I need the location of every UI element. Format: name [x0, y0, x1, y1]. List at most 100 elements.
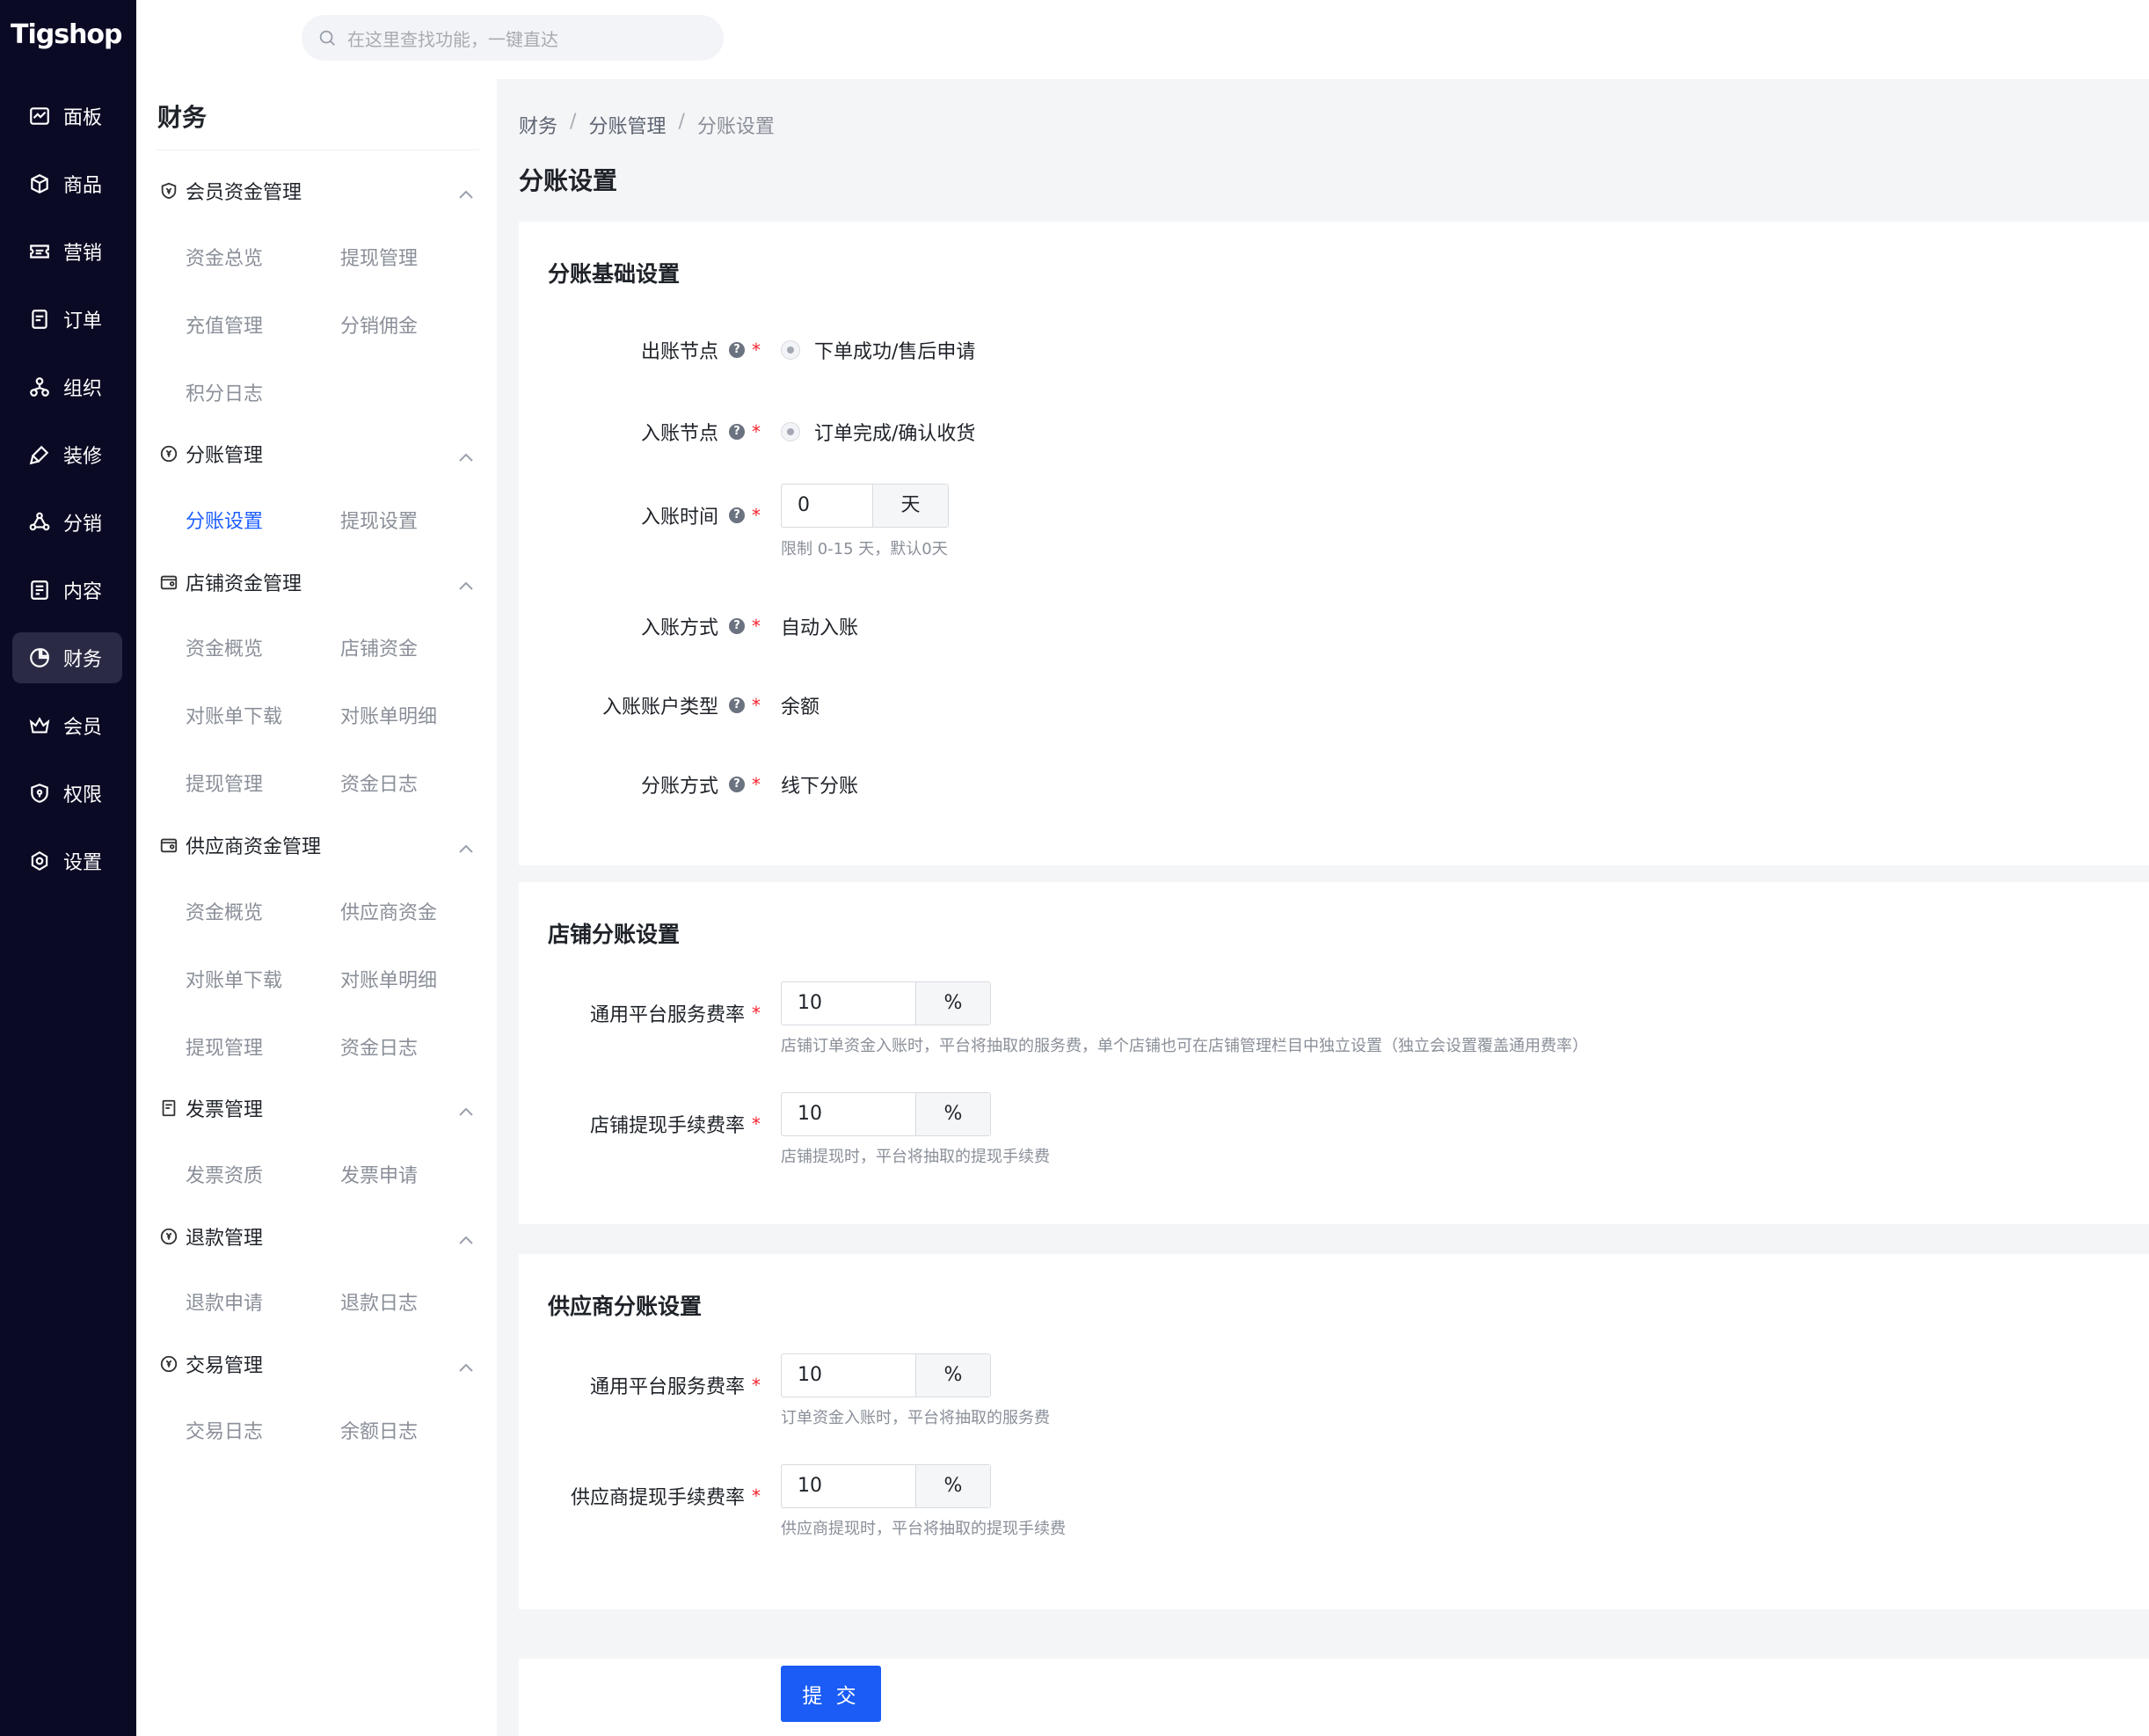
radio-label: 下单成功/售后申请	[814, 341, 976, 363]
chevron-up-icon[interactable]	[458, 1357, 474, 1372]
group-invoice[interactable]: 发票管理	[159, 1090, 484, 1126]
link-points-log[interactable]: 积分日志	[186, 378, 263, 406]
help-icon[interactable]: ?	[729, 697, 745, 713]
search-placeholder: 在这里查找功能，一键直达	[347, 28, 558, 50]
group-member-funds[interactable]: 会员资金管理	[159, 173, 484, 208]
nav-item-distribution[interactable]: 分销	[12, 497, 122, 548]
link-withdraw-settings[interactable]: 提现设置	[340, 506, 418, 534]
nav-item-permissions[interactable]: 权限	[12, 768, 122, 819]
payout-node-radio[interactable]: 下单成功/售后申请	[781, 336, 975, 364]
card-title: 分账基础设置	[548, 261, 681, 287]
nav-item-finance[interactable]: 财务	[12, 632, 122, 683]
chevron-up-icon[interactable]	[458, 447, 474, 462]
required-mark: *	[752, 695, 761, 716]
nav-item-settings[interactable]: 设置	[12, 835, 122, 886]
supplier-withdraw-rate-input[interactable]: 10	[782, 1465, 916, 1507]
chevron-up-icon[interactable]	[458, 838, 474, 853]
nav-item-goods[interactable]: 商品	[12, 158, 122, 209]
link-invoice-qualification[interactable]: 发票资质	[186, 1160, 263, 1188]
nav-item-organization[interactable]: 组织	[12, 361, 122, 412]
breadcrumb-item[interactable]: 分账管理	[588, 111, 666, 139]
nav-item-content[interactable]: 内容	[12, 565, 122, 616]
submenu-title: 财务	[157, 103, 208, 132]
link-store-funds[interactable]: 店铺资金	[340, 633, 418, 661]
group-supplier-funds[interactable]: 供应商资金管理	[159, 828, 484, 863]
nav-item-marketing[interactable]: 营销	[12, 226, 122, 277]
group-store-funds[interactable]: 店铺资金管理	[159, 565, 484, 600]
link-withdraw-manage[interactable]: 提现管理	[340, 243, 418, 271]
app-logo[interactable]: Tigshop	[11, 19, 123, 50]
link-supplier-statement-detail[interactable]: 对账单明细	[340, 965, 437, 993]
nav-item-dashboard[interactable]: 面板	[12, 91, 122, 142]
link-supplier-fund-overview[interactable]: 资金概览	[186, 897, 263, 925]
link-supplier-statement-download[interactable]: 对账单下载	[186, 965, 282, 993]
help-icon[interactable]: ?	[729, 507, 745, 523]
supplier-service-rate-input[interactable]: 10	[782, 1354, 916, 1397]
link-supplier-fund-log[interactable]: 资金日志	[340, 1032, 418, 1061]
supplier-settings-card: 供应商分账设置 通用平台服务费率 * 10 % 订单资金入账时，平台将抽取的服务…	[519, 1254, 2149, 1609]
unit-suffix: %	[916, 1093, 990, 1135]
content-icon	[28, 579, 51, 602]
entry-time-field[interactable]: 0 天	[781, 484, 949, 528]
help-icon[interactable]: ?	[729, 777, 745, 792]
ticket-icon	[28, 240, 51, 263]
entry-node-radio[interactable]: 订单完成/确认收货	[781, 418, 975, 446]
supplier-withdraw-rate-label: 供应商提现手续费率 *	[571, 1482, 761, 1510]
split-method-label: 分账方式 ? *	[641, 770, 761, 799]
yen-circle-icon	[159, 444, 178, 463]
link-invoice-apply[interactable]: 发票申请	[340, 1160, 418, 1188]
supplier-wallet-icon	[159, 835, 178, 855]
help-icon[interactable]: ?	[729, 618, 745, 634]
nav-item-orders[interactable]: 订单	[12, 294, 122, 345]
entry-time-label: 入账时间 ? *	[641, 501, 761, 529]
store-withdraw-rate-input[interactable]: 10	[782, 1093, 916, 1135]
help-icon[interactable]: ?	[729, 342, 745, 358]
link-balance-log[interactable]: 余额日志	[340, 1416, 418, 1444]
nav-label: 财务	[63, 649, 103, 671]
group-split-manage[interactable]: 分账管理	[159, 436, 484, 471]
link-supplier-funds[interactable]: 供应商资金	[340, 897, 437, 925]
link-supplier-withdraw-manage[interactable]: 提现管理	[186, 1032, 263, 1061]
store-service-rate-input[interactable]: 10	[782, 982, 916, 1025]
label-text: 店铺提现手续费率	[589, 1115, 745, 1137]
store-withdraw-rate-hint: 店铺提现时，平台将抽取的提现手续费	[781, 1148, 1050, 1166]
group-transaction[interactable]: 交易管理	[159, 1346, 484, 1382]
link-refund-apply[interactable]: 退款申请	[186, 1287, 263, 1316]
nav-label: 会员	[63, 717, 103, 739]
split-method-value: 线下分账	[781, 776, 859, 798]
group-label: 发票管理	[186, 1099, 264, 1121]
chevron-up-icon[interactable]	[458, 1229, 474, 1244]
chevron-up-icon[interactable]	[458, 184, 474, 199]
search-input[interactable]: 在这里查找功能，一键直达	[302, 15, 724, 61]
link-store-withdraw-manage[interactable]: 提现管理	[186, 769, 263, 797]
card-title: 供应商分账设置	[548, 1294, 703, 1319]
breadcrumb-item[interactable]: 财务	[519, 111, 557, 139]
link-split-settings[interactable]: 分账设置	[186, 506, 263, 534]
store-service-rate-field[interactable]: 10 %	[781, 981, 991, 1025]
supplier-withdraw-rate-field[interactable]: 10 %	[781, 1464, 991, 1508]
link-fund-overview[interactable]: 资金总览	[186, 243, 263, 271]
link-store-statement-detail[interactable]: 对账单明细	[340, 701, 437, 729]
nav-item-members[interactable]: 会员	[12, 700, 122, 751]
chevron-up-icon[interactable]	[458, 1101, 474, 1116]
submit-button[interactable]: 提 交	[781, 1666, 881, 1722]
supplier-service-rate-field[interactable]: 10 %	[781, 1353, 991, 1397]
group-refund[interactable]: 退款管理	[159, 1219, 484, 1254]
account-type-label: 入账账户类型 ? *	[602, 691, 761, 719]
radio-dot	[781, 340, 800, 360]
pie-icon	[28, 646, 51, 669]
store-withdraw-rate-field[interactable]: 10 %	[781, 1092, 991, 1136]
help-icon[interactable]: ?	[729, 424, 745, 440]
shield-icon	[28, 782, 51, 805]
link-store-fund-overview[interactable]: 资金概览	[186, 633, 263, 661]
link-distribution-commission[interactable]: 分销佣金	[340, 310, 418, 339]
link-refund-log[interactable]: 退款日志	[340, 1287, 418, 1316]
link-transaction-log[interactable]: 交易日志	[186, 1416, 263, 1444]
nav-item-decoration[interactable]: 装修	[12, 429, 122, 480]
link-store-fund-log[interactable]: 资金日志	[340, 769, 418, 797]
entry-time-input[interactable]: 0	[782, 485, 873, 527]
required-mark: *	[752, 1485, 761, 1506]
link-store-statement-download[interactable]: 对账单下载	[186, 701, 282, 729]
link-recharge-manage[interactable]: 充值管理	[186, 310, 263, 339]
chevron-up-icon[interactable]	[458, 575, 474, 590]
